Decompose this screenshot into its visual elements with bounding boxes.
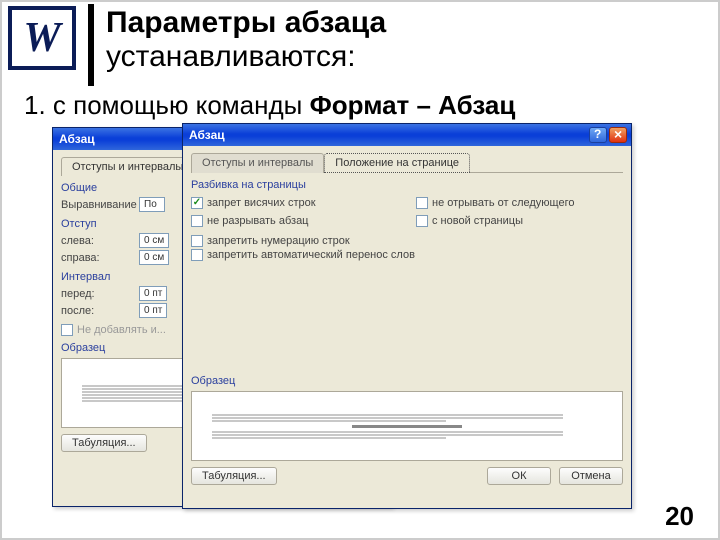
value-indent-right[interactable]: 0 см bbox=[139, 250, 169, 265]
tabs-button-front[interactable]: Табуляция... bbox=[191, 467, 277, 485]
tab-indents-intervals-front[interactable]: Отступы и интервалы bbox=[191, 153, 324, 173]
checkbox-widow-label: запрет висячих строк bbox=[207, 197, 316, 209]
label-alignment: Выравнивание bbox=[61, 199, 133, 211]
checkbox-page-break-icon[interactable] bbox=[416, 215, 428, 227]
group-pagination: Разбивка на страницы bbox=[191, 179, 623, 191]
tab-indents-intervals[interactable]: Отступы и интервалы bbox=[61, 157, 194, 176]
window-title: Абзац bbox=[59, 132, 95, 146]
checkbox-suppress-lines-icon[interactable] bbox=[191, 235, 203, 247]
dialog-paragraph-pagination: Абзац Отступы и интервалы Положение на с… bbox=[182, 123, 632, 509]
slide-subtitle: 1. с помощью команды Формат – Абзац bbox=[2, 86, 718, 125]
dialogs-area: Абзац Отступы и интервалы Общие Выравнив… bbox=[52, 127, 642, 519]
value-indent-left[interactable]: 0 см bbox=[139, 233, 169, 248]
label-interval-after: после: bbox=[61, 305, 133, 317]
titlebar-front[interactable]: Абзац bbox=[183, 124, 631, 146]
slide-title-regular: устанавливаются: bbox=[106, 40, 386, 74]
checkbox-page-break-label: с новой страницы bbox=[432, 215, 523, 227]
checkbox-no-add-label: Не добавлять и... bbox=[77, 324, 166, 336]
subtitle-prefix: 1. с помощью команды bbox=[24, 90, 310, 120]
tab-page-position[interactable]: Положение на странице bbox=[324, 153, 470, 173]
slide-title-bold: Параметры абзаца bbox=[106, 6, 386, 40]
header-divider bbox=[88, 4, 94, 86]
checkbox-suppress-hyphen-label: запретить автоматический перенос слов bbox=[207, 249, 415, 261]
tabs-button-back[interactable]: Табуляция... bbox=[61, 434, 147, 452]
word-icon: W bbox=[8, 6, 76, 70]
value-interval-after[interactable]: 0 пт bbox=[139, 303, 167, 318]
checkbox-no-add-icon[interactable] bbox=[61, 324, 73, 336]
checkbox-keep-next-icon[interactable] bbox=[416, 197, 428, 209]
label-indent-left: слева: bbox=[61, 235, 133, 247]
label-interval-before: перед: bbox=[61, 288, 133, 300]
group-sample-front: Образец bbox=[191, 375, 623, 387]
ok-button[interactable]: ОК bbox=[487, 467, 551, 485]
help-icon[interactable] bbox=[589, 127, 607, 143]
label-indent-right: справа: bbox=[61, 252, 133, 264]
window-title-front: Абзац bbox=[189, 128, 225, 142]
cancel-button[interactable]: Отмена bbox=[559, 467, 623, 485]
page-number: 20 bbox=[665, 501, 694, 532]
checkbox-suppress-lines-label: запретить нумерацию строк bbox=[207, 235, 350, 247]
value-interval-before[interactable]: 0 пт bbox=[139, 286, 167, 301]
value-alignment[interactable]: По bbox=[139, 197, 165, 212]
checkbox-keep-together-label: не разрывать абзац bbox=[207, 215, 309, 227]
checkbox-keep-together-icon[interactable] bbox=[191, 215, 203, 227]
checkbox-suppress-hyphen-icon[interactable] bbox=[191, 249, 203, 261]
close-icon[interactable] bbox=[609, 127, 627, 143]
checkbox-keep-next-label: не отрывать от следующего bbox=[432, 197, 574, 209]
preview-front bbox=[191, 391, 623, 461]
subtitle-bold: Формат – Абзац bbox=[310, 90, 516, 120]
checkbox-widow-icon[interactable]: ✓ bbox=[191, 197, 203, 209]
